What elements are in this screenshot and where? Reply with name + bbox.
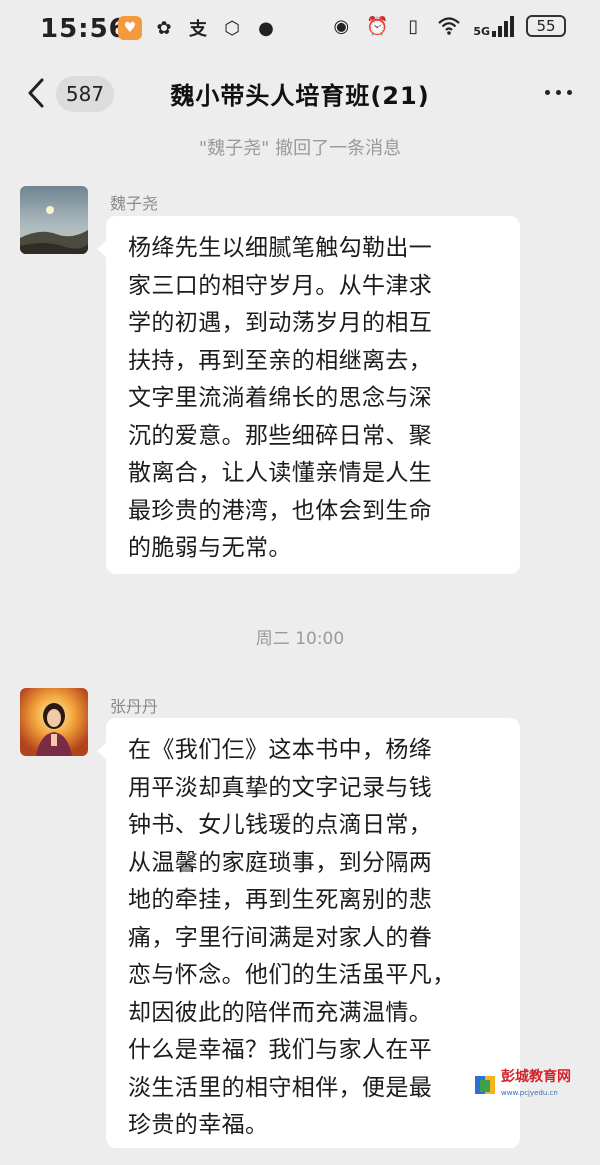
watermark-url: www.pcjyedu.cn — [501, 1089, 558, 1097]
chat-header: 587 魏小带头人培育班(21) — [0, 58, 600, 128]
wifi-icon — [437, 14, 461, 38]
shield-badge-icon: ♥ — [118, 16, 142, 40]
message-line: 学的初遇，到动荡岁月的相互 — [128, 310, 433, 336]
eye-icon: ◉ — [333, 15, 350, 37]
recall-notice: "魏子尧" 撤回了一条消息 — [198, 138, 402, 159]
link-icon: ✿ — [156, 17, 172, 39]
message-line: 的脆弱与无常。 — [128, 535, 292, 561]
soul-icon: ⬡ — [224, 17, 240, 39]
message-line: 从温馨的家庭琐事，到分隔两 — [128, 849, 433, 876]
vibrate-icon: ▯ — [408, 15, 419, 37]
watermark-logo-icon — [474, 1073, 498, 1097]
more-dot-icon — [556, 90, 561, 95]
status-bar: 15:56 ♥ ✿ 支 ⬡ ● ◉ ⏰ ▯ 5G 55 — [0, 0, 600, 58]
more-dot-icon — [567, 90, 572, 95]
chat-icon: ● — [258, 17, 274, 39]
more-dot-icon — [545, 90, 550, 95]
message-line: 什么是幸福？我们与家人在平 — [128, 1037, 433, 1063]
sender-name: 张丹丹 — [110, 697, 159, 716]
status-time: 15:56 — [40, 14, 128, 44]
alipay-icon: 支 — [189, 19, 207, 40]
status-left-icons: ♥ ✿ 支 ⬡ ● — [118, 16, 278, 40]
sender-name: 魏子尧 — [110, 194, 159, 213]
message-line: 最珍贵的港湾，也体会到生命 — [128, 497, 433, 524]
message-line: 杨绛先生以细腻笔触勾勒出一 — [128, 235, 433, 261]
message-line: 却因彼此的陪伴而充满温情。 — [128, 999, 433, 1026]
message-line: 散离合，让人读懂亲情是人生 — [128, 460, 433, 486]
message-line: 地的牵挂，再到生死离别的悲 — [128, 887, 433, 913]
message-line: 在《我们仨》这本书中，杨绛 — [128, 737, 433, 763]
status-right-icons: ◉ ⏰ ▯ 5G 55 — [329, 14, 566, 38]
more-options-button[interactable] — [545, 90, 572, 95]
message-line: 恋与怀念。他们的生活虽平凡， — [128, 962, 456, 988]
avatar-sender-1[interactable] — [20, 186, 88, 254]
watermark-name: 彭城教育网 — [501, 1069, 571, 1085]
message-bubble[interactable]: 在《我们仨》这本书中，杨绛 用平淡却真挚的文字记录与钱 钟书、女儿钱瑗的点滴日常… — [97, 718, 520, 1148]
time-separator: 周二 10:00 — [255, 629, 345, 649]
watermark: 彭城教育网 www.pcjyedu.cn — [474, 1069, 590, 1101]
message-line: 钟书、女儿钱瑗的点滴日常， — [128, 812, 433, 838]
message-line: 扶持，再到至亲的相继离去， — [128, 347, 433, 374]
battery-indicator: 55 — [526, 15, 566, 37]
avatar-sender-2[interactable] — [20, 688, 88, 756]
message-bubble[interactable]: 杨绛先生以细腻笔触勾勒出一 家三口的相守岁月。从牛津求 学的初遇，到动荡岁月的相… — [97, 216, 520, 574]
network-type: 5G — [473, 25, 490, 38]
message-line: 痛，字里行间满是对家人的眷 — [128, 924, 433, 951]
message-line: 家三口的相守岁月。从牛津求 — [128, 272, 433, 299]
watermark-text: 彭城教育网 www.pcjyedu.cn — [501, 1069, 571, 1101]
alarm-icon: ⏰ — [366, 15, 389, 37]
5g-signal-icon: 5G — [473, 15, 514, 37]
chat-title: 魏小带头人培育班(21) — [170, 82, 430, 110]
message-line: 珍贵的幸福。 — [128, 1112, 269, 1138]
message-line: 沉的爱意。那些细碎日常、聚 — [128, 422, 433, 449]
message-line: 用平淡却真挚的文字记录与钱 — [128, 774, 433, 801]
message-line: 文字里流淌着绵长的思念与深 — [128, 385, 433, 411]
message-line: 淡生活里的相守相伴，便是最 — [128, 1074, 433, 1101]
